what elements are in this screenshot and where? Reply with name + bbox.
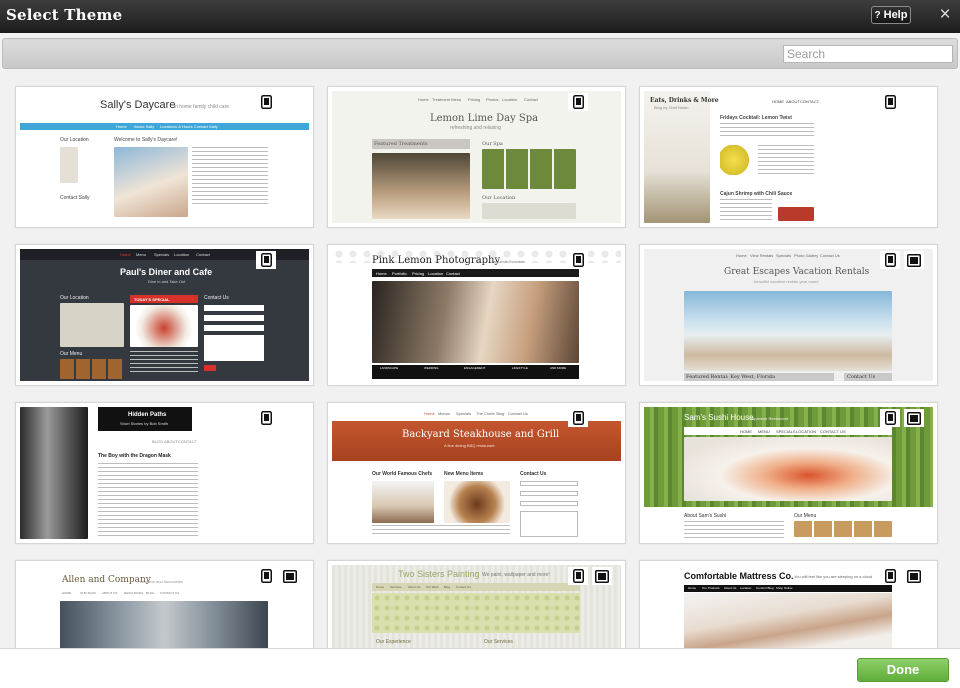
theme-card[interactable]: Pink Lemon Photography by Alexis Swanson… xyxy=(327,244,626,386)
theme-tagline: We paint, wallpaper and more! xyxy=(482,572,550,578)
theme-card[interactable]: Comfortable Mattress Co. You will feel l… xyxy=(639,560,938,648)
tablet-icon xyxy=(880,409,900,427)
theme-tagline: beautiful vacation rentals year round xyxy=(754,279,819,284)
theme-grid[interactable]: Sally's Daycare in home family child car… xyxy=(0,70,960,648)
theme-name: Lemon Lime Day Spa xyxy=(430,113,539,124)
theme-card[interactable]: Home Treatment Menu Pricing Photos Locat… xyxy=(327,86,626,228)
theme-card[interactable]: Home Menus Specials The Chefs' Blog Cont… xyxy=(327,402,626,544)
theme-name: Hidden Paths xyxy=(128,412,167,418)
tablet-icon xyxy=(880,251,900,269)
theme-card[interactable]: Sam's Sushi House Japanese Restaurant HO… xyxy=(639,402,938,544)
theme-card[interactable]: Home View Rentals Specials Photo Gallery… xyxy=(639,244,938,386)
theme-name: Comfortable Mattress Co. xyxy=(684,571,794,581)
theme-tagline: Japanese Restaurant xyxy=(750,416,789,421)
layout-icon xyxy=(904,567,924,585)
theme-name: Allen and Company xyxy=(62,575,151,585)
tablet-icon xyxy=(256,251,276,269)
theme-tagline: Blog by Chef Nolan xyxy=(654,105,689,110)
theme-tagline: Dine in and Take Out xyxy=(148,279,186,284)
tablet-icon xyxy=(568,409,588,427)
theme-tagline: A fine dining BBQ restaurant. xyxy=(444,443,496,448)
theme-tagline: Lawyers and Associates xyxy=(140,579,183,584)
search-input[interactable] xyxy=(783,45,953,63)
help-label: Help xyxy=(883,9,908,21)
theme-name: Pink Lemon Photography xyxy=(372,255,501,266)
done-button[interactable]: Done xyxy=(857,658,949,682)
layout-icon xyxy=(904,251,924,269)
toolbar xyxy=(2,38,958,69)
tablet-icon xyxy=(256,93,276,111)
theme-card[interactable]: Eats, Drinks & More Blog by Chef Nolan H… xyxy=(639,86,938,228)
theme-name: Great Escapes Vacation Rentals xyxy=(724,267,870,277)
theme-tagline: Short Stories by Bob Smith xyxy=(120,421,169,426)
close-icon[interactable]: × xyxy=(936,4,954,26)
help-button[interactable]: ? Help xyxy=(871,6,911,24)
tablet-icon xyxy=(568,567,588,585)
theme-tagline: in home family child care xyxy=(174,104,230,110)
theme-name: Sam's Sushi House xyxy=(684,413,754,422)
tablet-icon xyxy=(256,409,276,427)
theme-name: Paul's Diner and Cafe xyxy=(120,267,213,277)
tablet-icon xyxy=(880,93,900,111)
layout-icon xyxy=(904,409,924,427)
theme-card[interactable]: Allen and Company Lawyers and Associates… xyxy=(15,560,314,648)
theme-card[interactable]: Hidden Paths Short Stories by Bob Smith … xyxy=(15,402,314,544)
theme-card[interactable]: Home Menu Specials Location Contact Paul… xyxy=(15,244,314,386)
theme-name: Sally's Daycare xyxy=(100,99,176,111)
theme-card[interactable]: Two Sisters Painting We paint, wallpaper… xyxy=(327,560,626,648)
theme-tagline: by Alexis Swanson xyxy=(492,259,526,264)
theme-name: Backyard Steakhouse and Grill xyxy=(402,429,560,440)
title-bar: Select Theme ? Help × xyxy=(0,0,960,33)
theme-name: Two Sisters Painting xyxy=(398,569,480,579)
layout-icon xyxy=(280,567,300,585)
tablet-icon xyxy=(568,93,588,111)
theme-tagline: refreshing and relaxing xyxy=(450,125,501,131)
theme-card[interactable]: Sally's Daycare in home family child car… xyxy=(15,86,314,228)
tablet-icon xyxy=(256,567,276,585)
help-icon: ? xyxy=(874,9,881,21)
tablet-icon xyxy=(568,251,588,269)
layout-icon xyxy=(592,567,612,585)
theme-tagline: You will feel like you are sleeping on a… xyxy=(794,574,873,579)
theme-name: Eats, Drinks & More xyxy=(650,97,719,104)
tablet-icon xyxy=(880,567,900,585)
dialog-title: Select Theme xyxy=(6,6,123,24)
dialog-footer: Done xyxy=(0,648,960,688)
